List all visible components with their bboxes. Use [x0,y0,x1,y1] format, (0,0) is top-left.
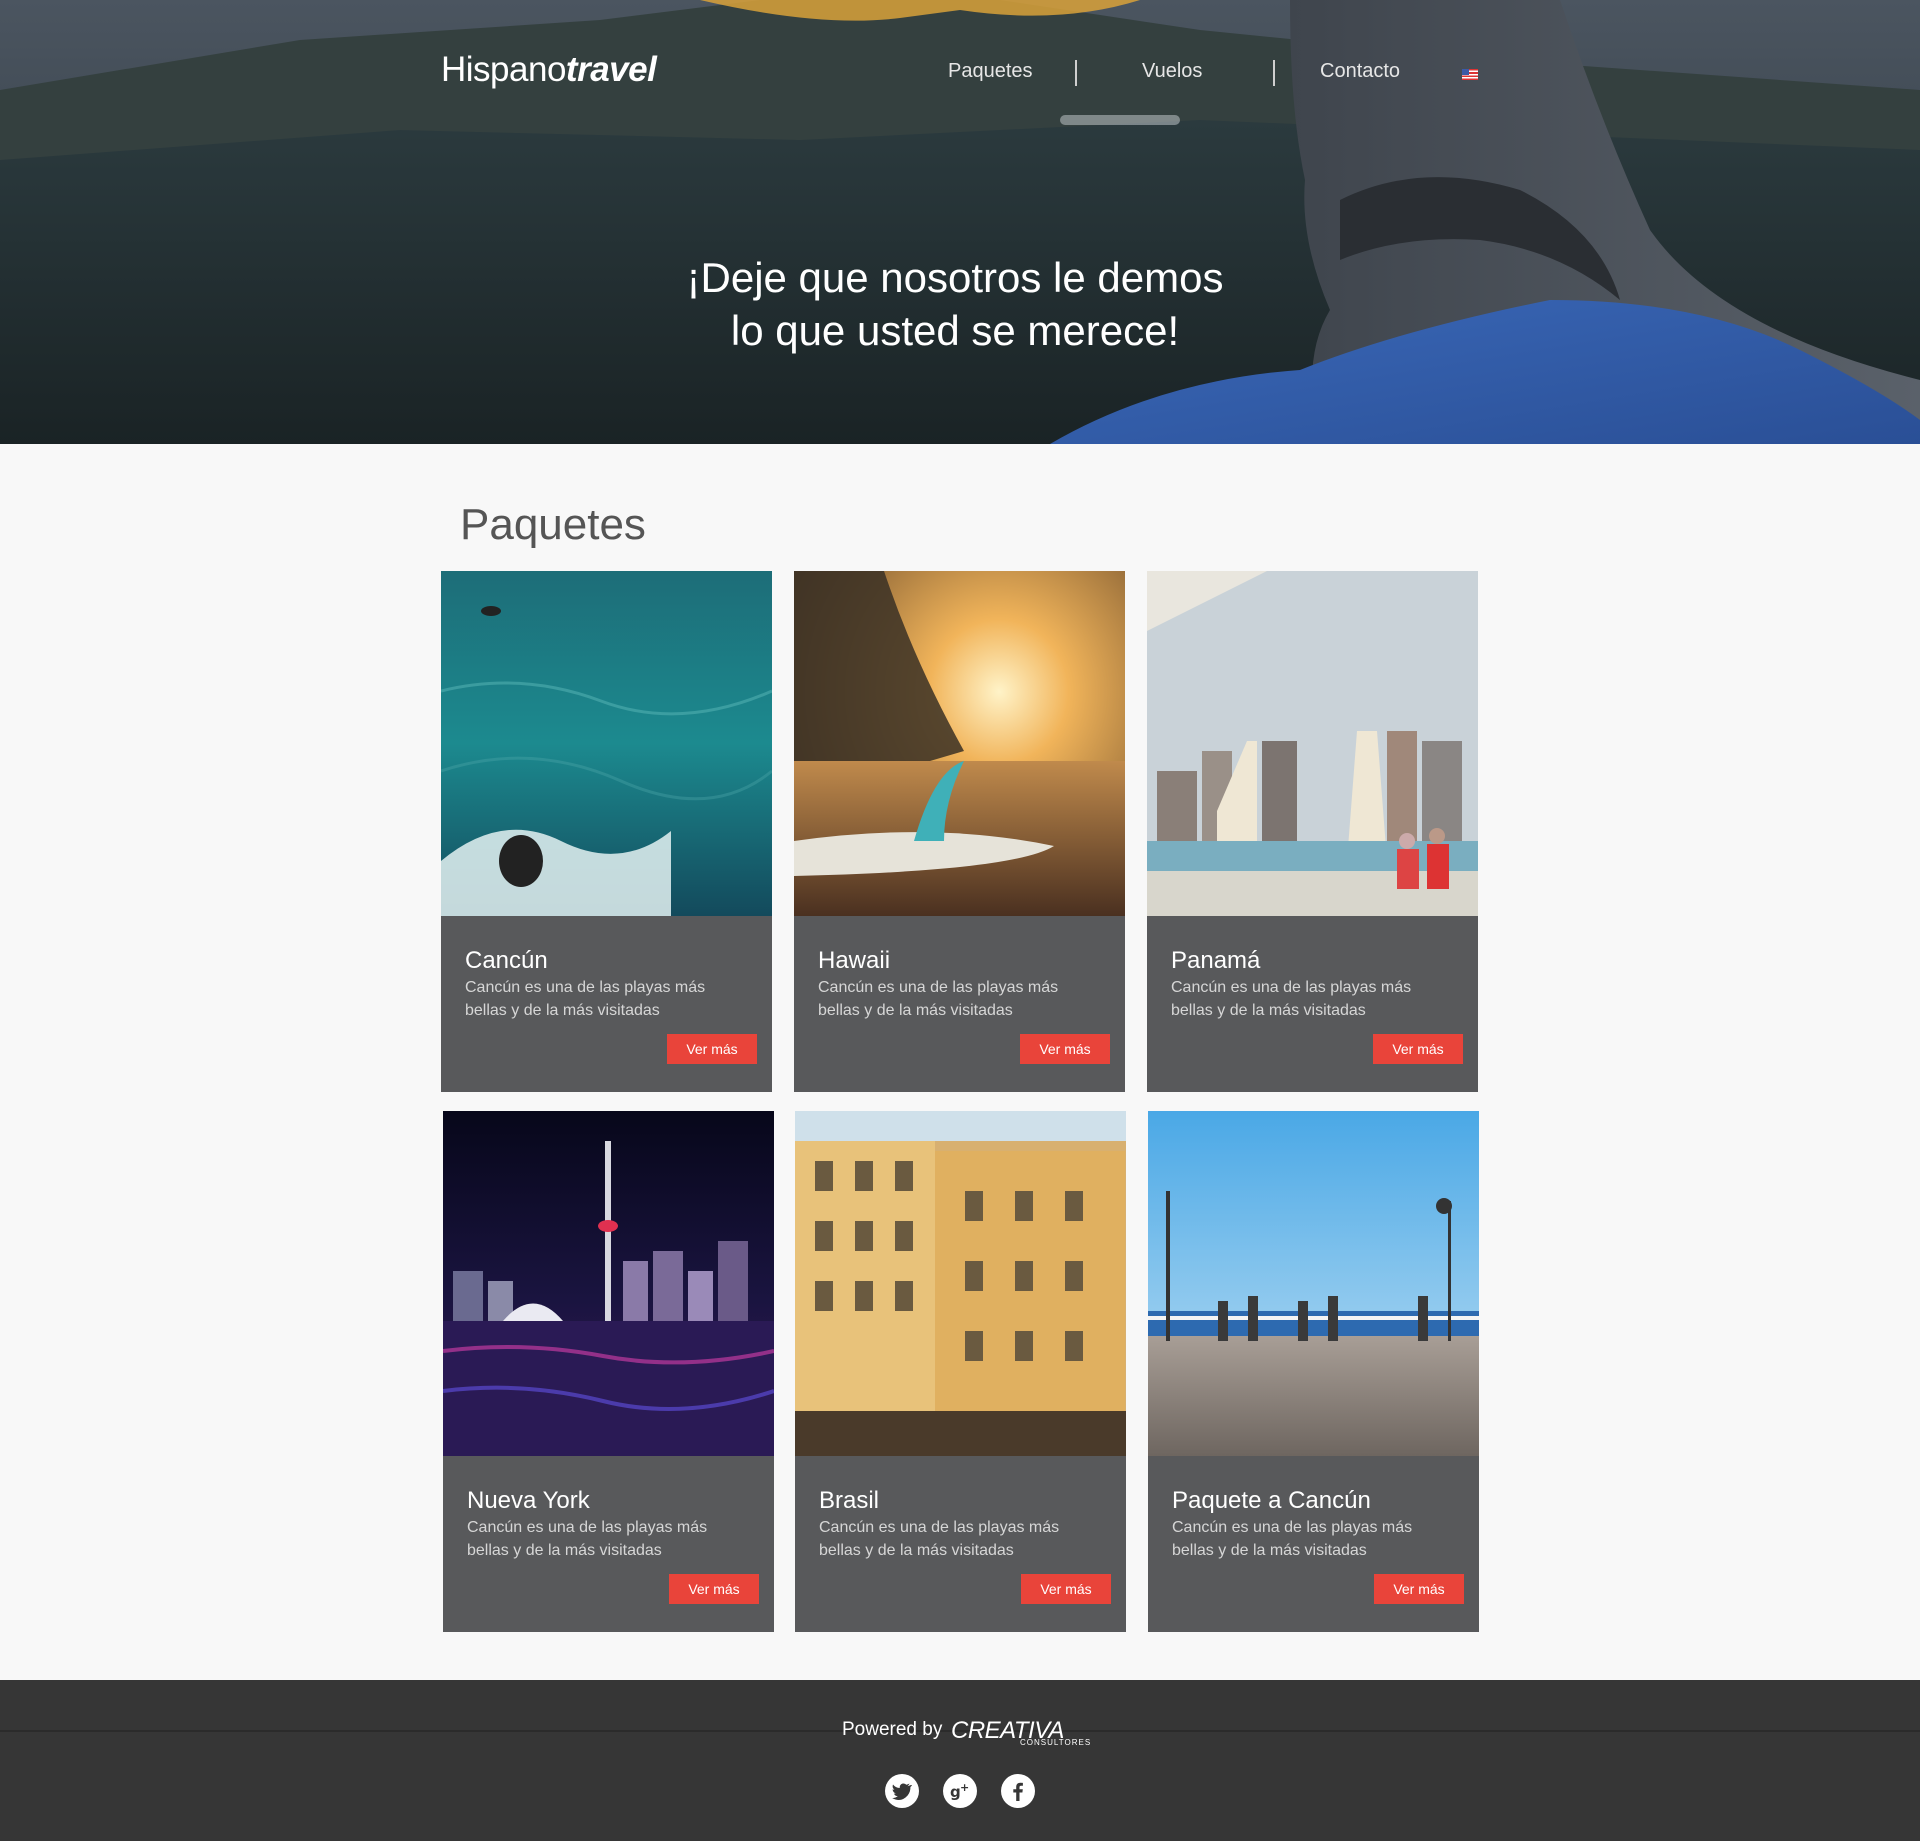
package-card[interactable]: Cancún Cancún es una de las playas más b… [441,571,772,1092]
main-navigation: Paquetes Vuelos Contacto [0,60,1920,90]
hero-headline-line2: lo que usted se merece! [730,307,1180,354]
package-name: Nueva York [467,1487,590,1514]
package-description: Cancún es una de las playas más bellas y… [1172,1519,1413,1559]
package-name: Panamá [1171,947,1261,974]
package-card[interactable]: Hawaii Cancún es una de las playas más b… [794,571,1125,1092]
package-name: Hawaii [818,947,891,974]
ver-mas-button[interactable]: Ver más [669,1574,759,1604]
hero-banner: Hispanotravel Paquetes Vuelos Contacto ¡… [0,0,1920,444]
package-description: Cancún es una de las playas más bellas y… [819,1519,1060,1559]
svg-text:+: + [960,1781,969,1794]
package-image [794,571,1125,916]
ver-mas-button[interactable]: Ver más [1373,1034,1463,1064]
ver-mas-button[interactable]: Ver más [667,1034,757,1064]
package-image [1148,1111,1479,1456]
package-name: Brasil [819,1487,880,1514]
hero-headline-line1: ¡Deje que nosotros le demos [686,254,1224,301]
footer: Powered by CREATIVA CONSULTORES g + [0,1680,1920,1841]
package-image [1147,571,1478,916]
package-card[interactable]: Brasil Cancún es una de las playas más b… [795,1111,1126,1632]
facebook-icon[interactable] [1001,1774,1035,1808]
nav-item-vuelos[interactable]: Vuelos [1142,60,1202,83]
google-plus-icon[interactable]: g + [943,1774,977,1808]
package-image [795,1111,1126,1456]
powered-by-label: Powered by [842,1719,943,1740]
package-description: Cancún es una de las playas más bellas y… [467,1519,708,1559]
package-description: Cancún es una de las playas más bellas y… [818,979,1059,1019]
us-flag-icon[interactable] [1462,69,1478,80]
ver-mas-button[interactable]: Ver más [1021,1574,1111,1604]
package-description: Cancún es una de las playas más bellas y… [465,979,706,1019]
hero-headline: ¡Deje que nosotros le demos lo que usted… [0,251,1910,357]
package-card[interactable]: Nueva York Cancún es una de las playas m… [443,1111,774,1632]
package-card[interactable]: Panamá Cancún es una de las playas más b… [1147,571,1478,1092]
package-name: Cancún [465,947,548,974]
nav-separator [1075,60,1077,86]
package-image [441,571,772,916]
nav-separator [1273,60,1275,86]
ver-mas-button[interactable]: Ver más [1374,1574,1464,1604]
ver-mas-button[interactable]: Ver más [1020,1034,1110,1064]
twitter-icon[interactable] [885,1774,919,1808]
creativa-logo-subtitle: CONSULTORES [1020,1738,1092,1747]
package-description: Cancún es una de las playas más bellas y… [1171,979,1412,1019]
nav-item-contacto[interactable]: Contacto [1320,60,1400,83]
package-name: Paquete a Cancún [1172,1487,1371,1514]
package-card[interactable]: Paquete a Cancún Cancún es una de las pl… [1148,1111,1479,1632]
nav-item-paquetes[interactable]: Paquetes [948,60,1033,83]
packages-title: Paquetes [460,500,646,549]
package-image [443,1111,774,1456]
